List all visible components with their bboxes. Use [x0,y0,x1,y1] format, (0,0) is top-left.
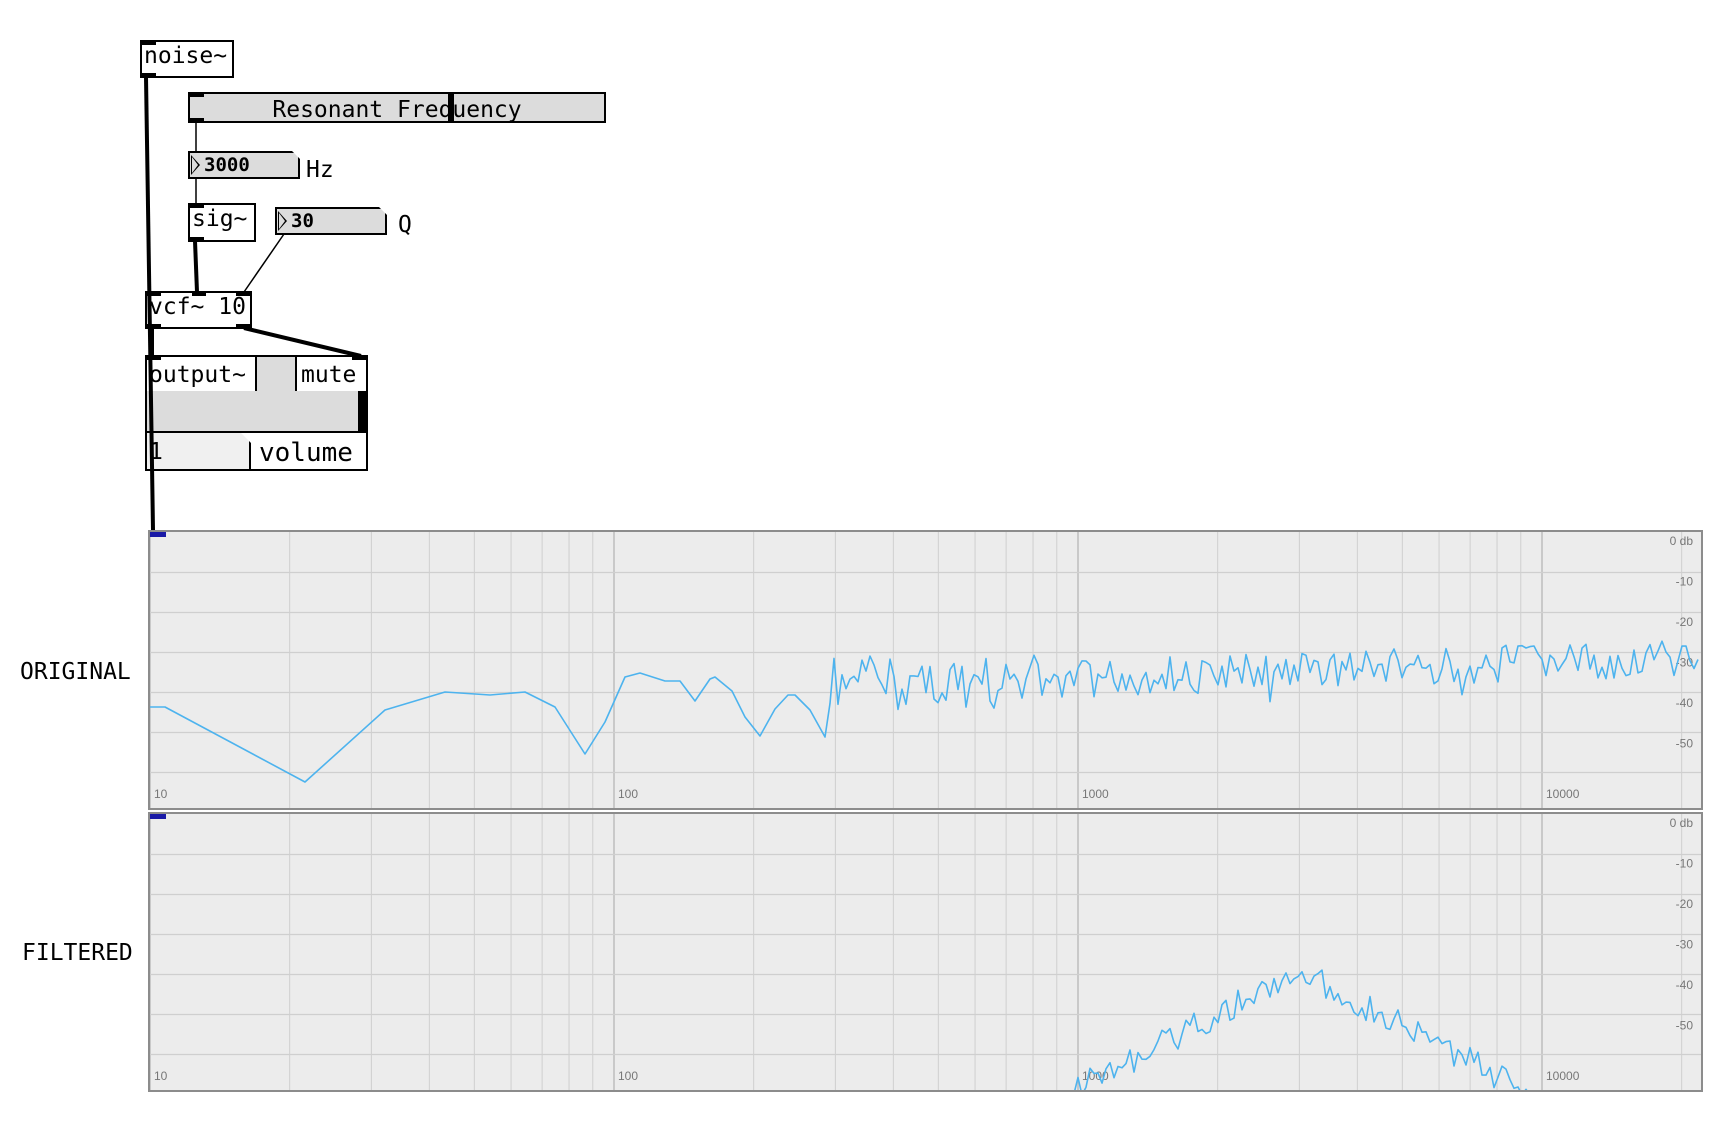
vcf-outlet-left [147,324,161,327]
frequency-tick-label: 1000 [1082,787,1109,801]
spectrum-original-handle[interactable] [150,532,166,537]
sig-outlet [190,237,204,240]
q-number-box[interactable]: 30 [275,207,387,235]
resonant-frequency-slider[interactable]: Resonant Frequency [188,92,606,123]
noise-label: noise~ [144,43,228,69]
numbox-triangle-icon [278,211,287,231]
output-label: output~ [147,357,257,391]
db-tick-label: -30 [1676,938,1694,952]
db-tick-label: 0 db [1670,816,1694,830]
spectrum-filtered-plot: 0 db-10-20-30-40-5010 100 1000 10000 [150,814,1701,1090]
original-label: ORIGINAL [20,659,131,685]
cord-q-to-vcf [243,233,285,293]
spectrum-original[interactable]: 0 db -10 -20 -30 -40 -50 10 100 1000 10000 [148,530,1703,810]
spectrum-filtered[interactable]: 0 db -10 -20 -30 -40 -50 10 100 1000 10000 [148,812,1703,1092]
volume-slider[interactable] [145,391,368,431]
vcf-label: vcf~ 10 [149,294,246,320]
slider-outlet [190,118,204,122]
output-abstraction: output~ mute 1 volume [145,355,368,472]
volume-slider-knob[interactable] [358,391,366,431]
vcf-object[interactable]: vcf~ 10 [145,291,252,329]
slider-knob[interactable] [448,94,454,121]
db-tick-label: -50 [1676,737,1694,751]
db-tick-label: -10 [1676,575,1694,589]
spectrum-trace [150,640,1699,783]
noise-outlet [142,73,156,76]
numbox-triangle-icon [191,155,200,175]
db-tick-label: -10 [1676,857,1694,871]
noise-inlet [142,42,156,45]
vcf-inlet-mid [192,293,206,296]
filtered-label: FILTERED [22,940,133,966]
frequency-number-box[interactable]: 3000 [188,151,300,179]
noise-object[interactable]: noise~ [140,40,234,78]
q-label: Q [398,212,412,238]
spectrum-original-plot: 0 db-10-20-30-40-5010 100 1000 10000 [150,532,1701,808]
volume-row: 1 volume [145,431,368,471]
vcf-inlet-left [147,293,161,296]
spectrum-filtered-handle[interactable] [150,814,166,819]
dsp-toggle[interactable] [257,357,297,391]
db-tick-label: -20 [1676,615,1694,629]
cord-vcf-to-output-right [243,326,362,358]
cord-sig-to-vcf [193,240,199,293]
vcf-outlet-right [236,324,250,327]
volume-label: volume [259,438,353,468]
db-tick-label: 0 db [1670,534,1694,548]
frequency-tick-label: 100 [618,1069,638,1083]
db-tick-label: -40 [1676,978,1694,992]
sig-label: sig~ [192,206,248,232]
q-value: 30 [291,210,314,232]
frequency-tick-label: 100 [618,787,638,801]
frequency-unit-label: Hz [306,157,334,183]
vcf-inlet-right [236,293,250,296]
output-header: output~ mute [145,355,368,393]
mute-button[interactable]: mute [297,357,366,391]
slider-label: Resonant Frequency [272,97,522,123]
frequency-tick-label: 10000 [1546,1069,1580,1083]
sig-inlet [190,205,204,208]
volume-number-box[interactable]: 1 [147,433,251,469]
db-tick-label: -50 [1676,1019,1694,1033]
db-tick-label: -20 [1676,897,1694,911]
frequency-value: 3000 [204,154,250,176]
db-tick-label: -40 [1676,696,1694,710]
sig-object[interactable]: sig~ [188,203,256,242]
frequency-tick-label: 10000 [1546,787,1580,801]
frequency-tick-label: 10 [154,1069,168,1083]
frequency-tick-label: 10 [154,787,168,801]
